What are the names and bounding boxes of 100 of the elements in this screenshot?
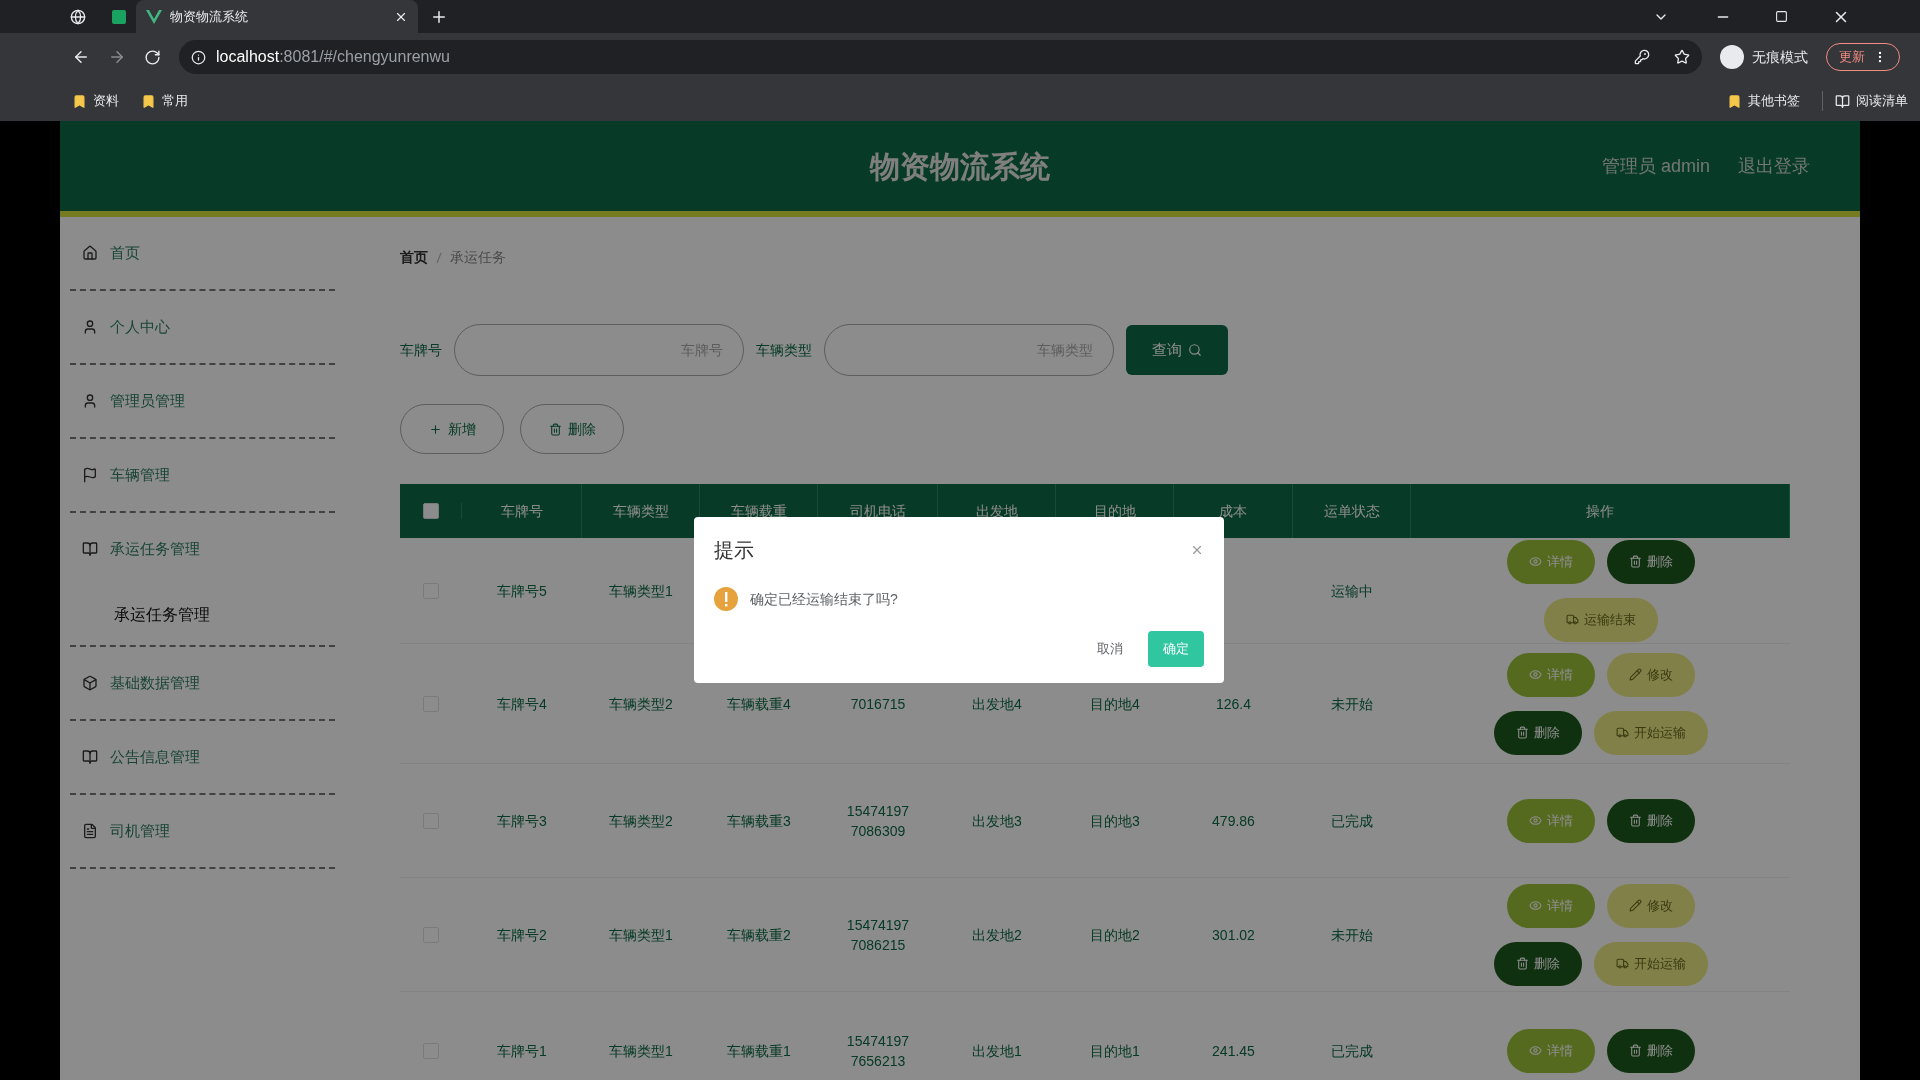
field-label: 车牌号 bbox=[400, 340, 442, 360]
table-cell-text: 车牌号5 bbox=[497, 581, 547, 601]
toolbar-button[interactable]: 删除 bbox=[520, 404, 624, 454]
info-icon bbox=[191, 49, 206, 65]
v-logo-icon bbox=[146, 9, 162, 24]
action-button[interactable]: 开始运输 bbox=[1593, 941, 1708, 986]
table-cell-text: 车牌号2 bbox=[497, 925, 547, 945]
table-cell-text: 车辆载重3 bbox=[727, 811, 791, 831]
sidebar-item[interactable]: 车辆管理 bbox=[70, 439, 335, 511]
back-icon[interactable] bbox=[72, 48, 90, 66]
action-button[interactable]: 删除 bbox=[1606, 539, 1695, 584]
field-label: 车辆类型 bbox=[756, 340, 812, 360]
button-icon bbox=[1515, 957, 1529, 970]
table-cell-text: 154741977656213 bbox=[845, 1031, 911, 1071]
forward-icon[interactable] bbox=[108, 48, 126, 66]
action-button[interactable]: 详情 bbox=[1506, 798, 1595, 843]
globe-icon[interactable] bbox=[70, 8, 86, 25]
column-header: 运单状态 bbox=[1293, 484, 1411, 538]
table-cell-text: 未开始 bbox=[1331, 925, 1373, 945]
star-icon[interactable] bbox=[1674, 49, 1690, 65]
breadcrumb-item: 承运任务 bbox=[450, 248, 506, 267]
table-cell-text: 目的地3 bbox=[1090, 811, 1140, 831]
action-button[interactable]: 删除 bbox=[1493, 941, 1582, 986]
table-cell-text: 154741977086215 bbox=[845, 915, 911, 955]
action-button[interactable]: 开始运输 bbox=[1593, 710, 1708, 755]
action-button[interactable]: 详情 bbox=[1506, 539, 1595, 584]
bookmark-item[interactable]: 资料 bbox=[72, 91, 119, 111]
button-icon bbox=[548, 422, 562, 436]
table-cell-text: 车辆类型1 bbox=[609, 581, 673, 601]
sidebar-item[interactable]: 承运任务管理 bbox=[70, 513, 335, 585]
address-bar[interactable]: localhost:8081/#/chengyunrenwu bbox=[179, 40, 1702, 74]
button-icon bbox=[1528, 814, 1542, 827]
table-cell-text: 出发地3 bbox=[972, 811, 1022, 831]
table-cell-text: 目的地2 bbox=[1090, 925, 1140, 945]
action-button[interactable]: 详情 bbox=[1506, 883, 1595, 928]
button-icon bbox=[1615, 957, 1629, 970]
warning-icon bbox=[714, 587, 738, 611]
search-button[interactable]: 查询 bbox=[1126, 325, 1228, 375]
table-cell-text: 车牌号1 bbox=[497, 1041, 547, 1061]
sheet-icon[interactable] bbox=[112, 9, 126, 24]
button-icon bbox=[1528, 668, 1542, 681]
action-button[interactable]: 删除 bbox=[1606, 798, 1695, 843]
sidebar-subitem[interactable]: 承运任务管理 bbox=[70, 585, 335, 645]
menu-icon bbox=[82, 467, 98, 483]
incognito-label: 无痕模式 bbox=[1752, 47, 1808, 67]
action-button[interactable]: 删除 bbox=[1606, 1028, 1695, 1073]
table-cell-text: 未开始 bbox=[1331, 694, 1373, 714]
logout-link[interactable]: 退出登录 bbox=[1738, 152, 1810, 180]
bookmark-item[interactable]: 其他书签 bbox=[1727, 91, 1800, 111]
toolbar-button[interactable]: 新增 bbox=[400, 404, 504, 454]
action-button[interactable]: 删除 bbox=[1493, 710, 1582, 755]
dialog-title: 提示 bbox=[714, 538, 754, 563]
button-icon bbox=[1628, 1044, 1642, 1057]
folder-icon bbox=[1727, 93, 1742, 109]
menu-icon bbox=[82, 675, 98, 691]
folder-icon bbox=[72, 93, 87, 109]
action-button[interactable]: 运输结束 bbox=[1543, 597, 1658, 642]
breadcrumb-item[interactable]: 首页 bbox=[400, 247, 428, 268]
button-icon bbox=[1528, 899, 1542, 912]
sidebar-item[interactable]: 司机管理 bbox=[70, 795, 335, 867]
key-icon[interactable] bbox=[1634, 49, 1650, 65]
app-title: 物资物流系统 bbox=[870, 148, 1050, 185]
menu-icon bbox=[82, 319, 98, 335]
table-cell-text: 479.86 bbox=[1212, 811, 1255, 831]
table-cell-text: 154741977086309 bbox=[845, 801, 911, 841]
action-button[interactable]: 详情 bbox=[1506, 652, 1595, 697]
user-name: 管理员 admin bbox=[1601, 154, 1710, 178]
table-cell-text: 241.45 bbox=[1212, 1041, 1255, 1061]
menu-icon bbox=[82, 749, 98, 765]
button-icon bbox=[1528, 555, 1542, 568]
search-icon bbox=[1188, 343, 1202, 357]
action-button[interactable]: 修改 bbox=[1606, 652, 1695, 697]
button-icon bbox=[428, 422, 442, 436]
table-cell-text: 车牌号4 bbox=[497, 694, 547, 714]
row-checkbox[interactable] bbox=[422, 503, 439, 519]
reload-icon[interactable] bbox=[144, 48, 161, 66]
button-icon bbox=[1565, 613, 1579, 626]
sidebar-item[interactable]: 公告信息管理 bbox=[70, 721, 335, 793]
folder-icon bbox=[141, 93, 156, 109]
browser-tab[interactable]: 物资物流系统 bbox=[136, 0, 418, 33]
confirm-button[interactable]: 确定 bbox=[1148, 631, 1204, 667]
action-button[interactable]: 修改 bbox=[1606, 883, 1695, 928]
button-icon bbox=[1528, 1044, 1542, 1057]
sidebar-item[interactable]: 个人中心 bbox=[70, 291, 335, 363]
sidebar-item[interactable]: 首页 bbox=[70, 217, 335, 289]
button-icon bbox=[1515, 726, 1529, 739]
bookmark-item[interactable]: 常用 bbox=[141, 91, 188, 111]
table-cell-text: 已完成 bbox=[1331, 811, 1373, 831]
sidebar-item[interactable]: 管理员管理 bbox=[70, 365, 335, 437]
button-icon bbox=[1628, 814, 1642, 827]
restore-icon[interactable] bbox=[1775, 10, 1788, 23]
table-cell-text: 车辆载重4 bbox=[727, 694, 791, 714]
table-cell-text: 已完成 bbox=[1331, 1041, 1373, 1061]
reading-list[interactable]: 阅读清单 bbox=[1822, 91, 1908, 111]
action-button[interactable]: 详情 bbox=[1506, 1028, 1595, 1073]
reading-list-icon bbox=[1835, 93, 1850, 109]
button-icon bbox=[1628, 668, 1642, 681]
sidebar-item[interactable]: 基础数据管理 bbox=[70, 647, 335, 719]
column-header: 操作 bbox=[1411, 484, 1790, 538]
table-cell-text: 车辆类型2 bbox=[609, 811, 673, 831]
